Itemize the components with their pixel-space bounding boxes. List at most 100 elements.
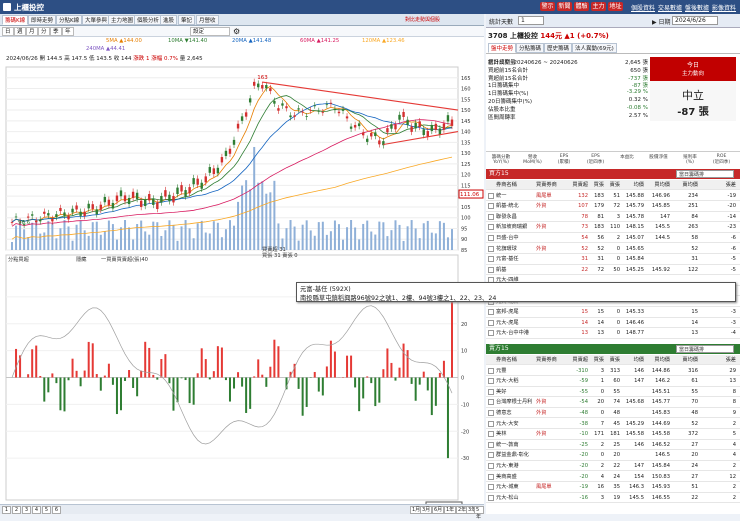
table-row[interactable]: 統一-敦南-25225146146.52274 xyxy=(486,440,740,450)
lower-option[interactable]: 隱藏 xyxy=(76,255,87,263)
period-day[interactable]: 日 xyxy=(2,27,14,36)
table-row[interactable]: 富邦-虎尾15150145.3315-3 xyxy=(486,307,740,317)
compare-link[interactable]: 對比走勢與個股 xyxy=(405,16,440,23)
period-week[interactable]: 週 xyxy=(14,27,26,36)
page-2[interactable]: 2 xyxy=(12,506,21,514)
table-row[interactable]: 德意志外資-48048145.83489 xyxy=(486,408,740,418)
row-checkbox[interactable] xyxy=(488,474,494,480)
row-checkbox[interactable] xyxy=(488,193,494,199)
sell-rank-select[interactable]: 當日籌碼排 xyxy=(676,345,734,353)
table-row[interactable]: 美林外資-10171181145.58145.583725 xyxy=(486,429,740,439)
row-checkbox[interactable] xyxy=(488,495,494,501)
table-row[interactable]: 凱基-統北外資10717972145.79145.85251-20 xyxy=(486,201,740,211)
period-year[interactable]: 年 xyxy=(62,27,74,36)
row-checkbox[interactable] xyxy=(488,378,494,384)
page-6[interactable]: 6 xyxy=(52,506,61,514)
experience-button[interactable]: 體驗 xyxy=(574,2,589,11)
settings-dropdown[interactable]: 設定 xyxy=(190,27,230,36)
tab-big-order[interactable]: 大單參與 xyxy=(82,15,110,25)
page-1[interactable]: 1 xyxy=(2,506,11,514)
table-row[interactable]: 元大-東港-20222147145.84242 xyxy=(486,461,740,471)
row-checkbox[interactable] xyxy=(488,484,494,490)
page-4[interactable]: 4 xyxy=(32,506,41,514)
row-checkbox[interactable] xyxy=(488,320,494,326)
row-checkbox[interactable] xyxy=(488,452,494,458)
row-checkbox[interactable] xyxy=(488,309,494,315)
period-minute[interactable]: 分 xyxy=(38,27,50,36)
column-header: 均價 xyxy=(622,355,644,365)
address-button[interactable]: 地址 xyxy=(608,2,623,11)
row-checkbox[interactable] xyxy=(488,246,494,252)
tab-history-chip[interactable]: 歷史籌碼 xyxy=(544,43,572,53)
tab-revenue[interactable]: 月營收 xyxy=(196,15,219,25)
row-checkbox[interactable] xyxy=(488,431,494,437)
tab-enter[interactable]: 進股 xyxy=(160,15,177,25)
tab-chip-k[interactable]: 籌碼K線 xyxy=(2,15,28,25)
table-row[interactable]: 元豐-3103313146144.8631629 xyxy=(486,366,740,376)
warning-button[interactable]: 警示 xyxy=(540,2,555,11)
link-trade-data[interactable]: 交易數據 xyxy=(658,3,682,12)
period-quarter[interactable]: 季 xyxy=(50,27,62,36)
table-row[interactable]: 元大-松山-16319145.5146.55222 xyxy=(486,493,740,503)
row-checkbox[interactable] xyxy=(488,389,494,395)
range-5y[interactable]: 5年 xyxy=(474,506,484,514)
row-checkbox[interactable] xyxy=(488,214,494,220)
row-checkbox[interactable] xyxy=(488,235,494,241)
range-3m[interactable]: 3月 xyxy=(420,506,432,514)
page-3[interactable]: 3 xyxy=(22,506,31,514)
tab-intraday[interactable]: 盤中走勢 xyxy=(488,43,516,53)
tab-realtime[interactable]: 即時走勢 xyxy=(28,15,56,25)
row-checkbox[interactable] xyxy=(488,224,494,230)
table-row[interactable]: 新加坡商瑞銀外資73183110148.15145.5263-23 xyxy=(486,222,740,232)
row-checkbox[interactable] xyxy=(488,330,494,336)
table-row[interactable]: 群益金鼎-彰化-20020146.5204 xyxy=(486,450,740,460)
tab-notes[interactable]: 筆記 xyxy=(178,15,195,25)
period-month[interactable]: 月 xyxy=(26,27,38,36)
row-checkbox[interactable] xyxy=(488,442,494,448)
row-checkbox[interactable] xyxy=(488,399,494,405)
stat-header: 股價淨值 xyxy=(646,154,672,160)
row-checkbox[interactable] xyxy=(488,463,494,469)
volume-bar xyxy=(96,222,98,250)
link-stock-info[interactable]: 個股資料 xyxy=(631,3,655,12)
news-button[interactable]: 新聞 xyxy=(557,2,572,11)
table-row[interactable]: 元富-基任31310145.8431-5 xyxy=(486,254,740,264)
table-row[interactable]: 元大-台中中港13130148.7713-4 xyxy=(486,328,740,338)
row-checkbox[interactable] xyxy=(488,368,494,374)
link-after-hours[interactable]: 盤後數據 xyxy=(685,3,709,12)
table-row[interactable]: 元大-虎尾14140146.4614-3 xyxy=(486,318,740,328)
table-row[interactable]: 元大-城東風尾單-191635146.3145.93512 xyxy=(486,482,740,492)
table-row[interactable]: 凱基227250145.25145.92122-5 xyxy=(486,265,740,275)
tab-branch-chip[interactable]: 分點籌碼 xyxy=(516,43,544,53)
range-6m[interactable]: 6月 xyxy=(432,506,444,514)
summary-row: 1日籌碼集中(%)-3.29 % xyxy=(488,89,648,97)
gear-icon[interactable]: ⚙ xyxy=(233,27,240,36)
candlestick-chart[interactable]: 1651601551501451401351301251201151101051… xyxy=(0,45,484,505)
tab-institutional[interactable]: 法人異動(69元) xyxy=(572,43,617,53)
row-checkbox[interactable] xyxy=(488,421,494,427)
table-row[interactable]: 元大-大稻-59160147146.26113 xyxy=(486,376,740,386)
table-row[interactable]: 統一風尾單13218351145.88146.96234-19 xyxy=(486,191,740,201)
row-checkbox[interactable] xyxy=(488,410,494,416)
tab-analysis[interactable]: 個股分析 xyxy=(134,15,162,25)
buy-rank-select[interactable]: 當日籌碼排 xyxy=(676,170,734,178)
table-row[interactable]: 日盛-台中54562145.07144.558-6 xyxy=(486,233,740,243)
row-checkbox[interactable] xyxy=(488,203,494,209)
lower-dropdown[interactable]: 分點買超 xyxy=(8,255,30,263)
table-row[interactable]: 元大-大安-38745145.29144.69522 xyxy=(486,419,740,429)
table-row[interactable]: 聯發永昌78813145.7814784-14 xyxy=(486,212,740,222)
tab-branch-k[interactable]: 分點K線 xyxy=(56,15,82,25)
range-1y[interactable]: 1年 xyxy=(444,506,456,514)
tab-main-map[interactable]: 主力地圖 xyxy=(108,15,136,25)
link-image-data[interactable]: 影像資料 xyxy=(712,3,736,12)
row-checkbox[interactable] xyxy=(488,256,494,262)
main-force-button[interactable]: 主力 xyxy=(591,2,606,11)
page-5[interactable]: 5 xyxy=(42,506,51,514)
table-row[interactable]: 花旗環球外資52520145.6552-6 xyxy=(486,244,740,254)
row-checkbox[interactable] xyxy=(488,267,494,273)
period-select[interactable]: 1 xyxy=(518,16,544,25)
date-input[interactable]: 2024/6/26 xyxy=(672,16,718,25)
table-row[interactable]: 美商高盛-20424154150.832712 xyxy=(486,472,740,482)
table-row[interactable]: 台灣摩根士丹利外資-542074145.68145.77708 xyxy=(486,397,740,407)
table-row[interactable]: 美好-55055145.51558 xyxy=(486,387,740,397)
